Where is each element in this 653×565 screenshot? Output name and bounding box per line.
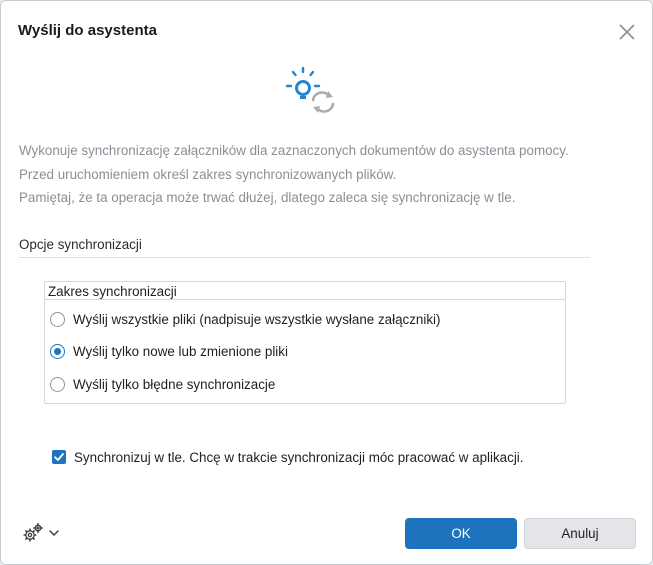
radio-label: Wyślij tylko nowe lub zmienione pliki	[73, 343, 288, 359]
description-line: Wykonuje synchronizację załączników dla …	[19, 143, 569, 158]
background-sync-option[interactable]: Synchronizuj w tle. Chcę w trakcie synch…	[52, 447, 524, 467]
ok-button[interactable]: OK	[405, 518, 517, 549]
description-line: Pamiętaj, że ta operacja może trwać dłuż…	[19, 190, 516, 205]
group-divider	[45, 299, 565, 300]
close-icon	[619, 24, 635, 40]
radio-button[interactable]	[50, 376, 65, 392]
sync-bulb-icon	[283, 66, 343, 117]
radio-send-new-changed[interactable]: Wyślij tylko nowe lub zmienione pliki	[50, 341, 288, 361]
send-to-assistant-dialog: Wyślij do asystenta Wykonuje synchroniza…	[0, 0, 653, 565]
radio-send-failed[interactable]: Wyślij tylko błędne synchronizacje	[50, 374, 275, 394]
sync-scope-group: Zakres synchronizacji Wyślij wszystkie p…	[44, 281, 566, 404]
description-line: Przed uruchomieniem określ zakres synchr…	[19, 166, 397, 182]
settings-menu-button[interactable]	[22, 522, 61, 544]
close-button[interactable]	[615, 20, 639, 44]
cancel-button[interactable]: Anuluj	[524, 518, 636, 549]
radio-label: Wyślij wszystkie pliki (nadpisuje wszyst…	[73, 311, 441, 327]
chevron-down-icon	[49, 530, 59, 537]
section-divider	[19, 257, 590, 258]
radio-send-all[interactable]: Wyślij wszystkie pliki (nadpisuje wszyst…	[50, 309, 440, 329]
gears-icon	[23, 522, 44, 542]
dialog-title: Wyślij do asystenta	[18, 22, 157, 39]
section-title: Opcje synchronizacji	[19, 237, 142, 252]
radio-label: Wyślij tylko błędne synchronizacje	[73, 376, 276, 392]
checkmark-icon	[54, 453, 64, 461]
radio-button[interactable]	[50, 311, 65, 327]
background-sync-label: Synchronizuj w tle. Chcę w trakcie synch…	[74, 449, 524, 465]
radio-button[interactable]	[50, 343, 65, 359]
group-legend: Zakres synchronizacji	[48, 284, 177, 299]
dialog-description: Wykonuje synchronizację załączników dla …	[19, 139, 569, 210]
background-sync-checkbox[interactable]	[52, 450, 66, 464]
